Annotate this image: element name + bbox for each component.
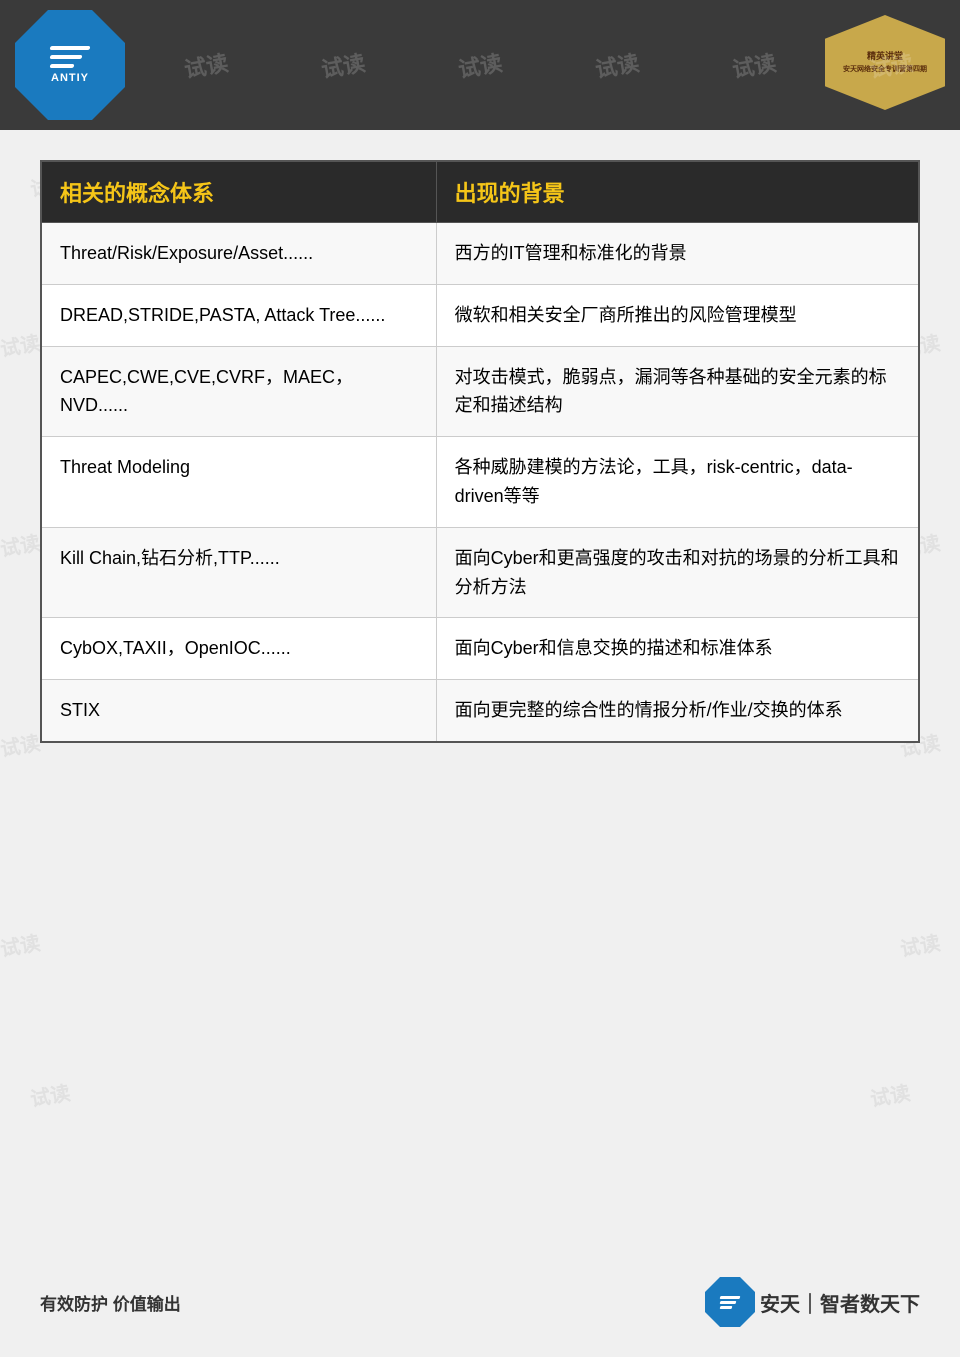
main-content: 相关的概念体系 出现的背景 Threat/Risk/Exposure/Asset… (40, 160, 920, 743)
table-header-col2: 出现的背景 (436, 161, 919, 223)
table-header-col1: 相关的概念体系 (41, 161, 436, 223)
footer-brand: 安天｜智者数天下 (760, 1288, 920, 1317)
table-cell-col1: CybOX,TAXII，OpenIOC...... (41, 618, 436, 680)
table-row: Threat Modeling各种威胁建模的方法论，工具，risk-centri… (41, 437, 919, 528)
table-cell-col1: CAPEC,CWE,CVE,CVRF，MAEC，NVD...... (41, 346, 436, 437)
header: ANTIY 试读 试读 试读 试读 试读 试读 试读 精英讲堂 安天网络安全专训… (0, 0, 960, 130)
watermark-4: 试读 (456, 45, 505, 84)
logo-line-1 (49, 46, 90, 50)
footer-brand-main: 安天｜智者数天下 (760, 1288, 920, 1317)
footer: 有效防护 价值输出 安天｜智者数天下 (40, 1277, 920, 1327)
table-cell-col2: 各种威胁建模的方法论，工具，risk-centric，data-driven等等 (436, 437, 919, 528)
footer-slogan: 有效防护 价值输出 (40, 1290, 181, 1315)
watermark-3: 试读 (318, 45, 367, 84)
table-row: CybOX,TAXII，OpenIOC......面向Cyber和信息交换的描述… (41, 618, 919, 680)
body-wm-15: 试读 (28, 1077, 72, 1113)
body-wm-9: 试读 (0, 527, 42, 563)
footer-logo-line-2 (720, 1301, 737, 1304)
table-cell-col1: Kill Chain,钻石分析,TTP...... (41, 527, 436, 618)
table-cell-col2: 面向Cyber和更高强度的攻击和对抗的场景的分析工具和分析方法 (436, 527, 919, 618)
table-row: DREAD,STRIDE,PASTA, Attack Tree......微软和… (41, 284, 919, 346)
table-row: CAPEC,CWE,CVE,CVRF，MAEC，NVD......对攻击模式，脆… (41, 346, 919, 437)
table-cell-col1: Threat Modeling (41, 437, 436, 528)
watermark-5: 试读 (593, 45, 642, 84)
concept-table: 相关的概念体系 出现的背景 Threat/Risk/Exposure/Asset… (40, 160, 920, 743)
body-wm-16: 试读 (868, 1077, 912, 1113)
table-row: Threat/Risk/Exposure/Asset......西方的IT管理和… (41, 223, 919, 285)
logo-text: ANTIY (51, 72, 89, 84)
table-cell-col2: 对攻击模式，脆弱点，漏洞等各种基础的安全元素的标定和描述结构 (436, 346, 919, 437)
logo-line-2 (49, 55, 82, 59)
footer-logo-line-3 (720, 1306, 733, 1309)
footer-logo: 安天｜智者数天下 (705, 1277, 920, 1327)
header-right-logo-text: 精英讲堂 安天网络安全专训营第四期 (843, 51, 927, 74)
body-wm-14: 试读 (898, 927, 942, 963)
watermark-2: 试读 (181, 45, 230, 84)
body-wm-13: 试读 (0, 927, 42, 963)
table-cell-col1: STIX (41, 680, 436, 742)
header-right-logo: 精英讲堂 安天网络安全专训营第四期 (825, 15, 945, 110)
table-row: Kill Chain,钻石分析,TTP......面向Cyber和更高强度的攻击… (41, 527, 919, 618)
logo-lines (50, 46, 90, 68)
footer-logo-line-1 (720, 1296, 741, 1299)
body-wm-7: 试读 (0, 327, 42, 363)
body-wm-11: 试读 (0, 727, 42, 763)
header-watermarks: 试读 试读 试读 试读 试读 试读 试读 (0, 0, 960, 130)
table-cell-col2: 面向更完整的综合性的情报分析/作业/交换的体系 (436, 680, 919, 742)
table-cell-col2: 面向Cyber和信息交换的描述和标准体系 (436, 618, 919, 680)
table-cell-col1: Threat/Risk/Exposure/Asset...... (41, 223, 436, 285)
right-logo-line2: 安天网络安全专训营第四期 (843, 65, 927, 74)
table-cell-col1: DREAD,STRIDE,PASTA, Attack Tree...... (41, 284, 436, 346)
table-cell-col2: 微软和相关安全厂商所推出的风险管理模型 (436, 284, 919, 346)
logo-line-3 (49, 64, 74, 68)
header-logo: ANTIY (15, 10, 125, 120)
right-logo-line1: 精英讲堂 (843, 51, 927, 63)
table-cell-col2: 西方的IT管理和标准化的背景 (436, 223, 919, 285)
table-row: STIX面向更完整的综合性的情报分析/作业/交换的体系 (41, 680, 919, 742)
watermark-6: 试读 (730, 45, 779, 84)
footer-logo-icon (705, 1277, 755, 1327)
footer-logo-lines (720, 1296, 740, 1309)
